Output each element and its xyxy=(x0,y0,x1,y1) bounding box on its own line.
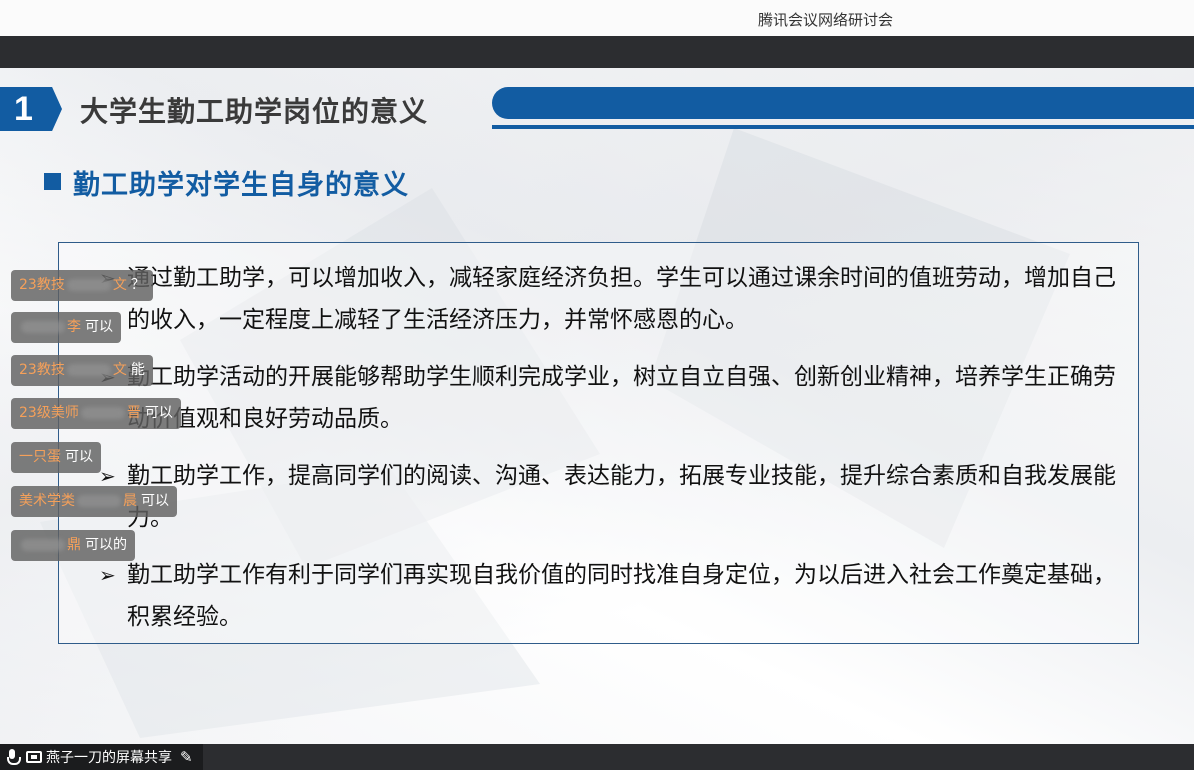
chat-sender: 美术学类 xyxy=(19,493,75,509)
redacted-name xyxy=(77,495,121,507)
chat-text: 能 xyxy=(130,362,145,378)
redacted-name xyxy=(66,364,111,376)
content-box: ➢ 通过勤工助学，可以增加收入，减轻家庭经济负担。学生可以通过课余时间的值班劳动… xyxy=(58,242,1139,644)
screen-share-indicator[interactable]: 燕子一刀的屏幕共享 ✎ xyxy=(0,744,203,770)
chat-sender-suffix: 鼎 xyxy=(67,537,81,553)
chat-message: 鼎可以的 xyxy=(11,530,135,561)
screen-share-icon xyxy=(26,751,42,763)
chat-message: 23级美师 晋可以 xyxy=(11,398,181,429)
chat-message: 李可以 xyxy=(11,312,121,343)
bullet-item: ➢ 勤工助学工作，提高同学们的阅读、沟通、表达能力，拓展专业技能，提升综合素质和… xyxy=(99,455,1119,539)
bullet-item: ➢ 勤工助学活动的开展能够帮助学生顺利完成学业，树立自立自强、创新创业精神，培养… xyxy=(99,356,1119,440)
window-title-bar: 腾讯会议网络研讨会 xyxy=(0,0,1194,36)
chat-sender-suffix: 晨 xyxy=(123,493,137,509)
redacted-name xyxy=(21,539,65,551)
redacted-name xyxy=(66,279,111,291)
chat-message: 一只蛋 可以 xyxy=(11,442,101,473)
chat-sender: 23教技 xyxy=(19,362,65,378)
window-title: 腾讯会议网络研讨会 xyxy=(758,11,894,29)
bullet-text: 勤工助学工作，提高同学们的阅读、沟通、表达能力，拓展专业技能，提升综合素质和自我… xyxy=(127,463,1116,531)
header-decoration-line xyxy=(492,125,1194,129)
chat-message: 23教技 文？ xyxy=(11,270,153,301)
chat-text: 可以 xyxy=(85,319,113,335)
section-number-badge: 1 xyxy=(0,87,62,131)
bullet-text: 勤工助学工作有利于同学们再实现自我价值的同时找准自身定位，为以后进入社会工作奠定… xyxy=(127,562,1116,630)
toolbar-band xyxy=(0,36,1194,68)
chat-text: 可以的 xyxy=(85,537,127,553)
screen-share-label: 燕子一刀的屏幕共享 xyxy=(46,750,172,766)
bullet-text: 勤工助学活动的开展能够帮助学生顺利完成学业，树立自立自强、创新创业精神，培养学生… xyxy=(127,364,1116,432)
header-decoration-bar xyxy=(492,87,1194,119)
redacted-name xyxy=(21,321,65,333)
bullet-text: 通过勤工助学，可以增加收入，减轻家庭经济负担。学生可以通过课余时间的值班劳动，增… xyxy=(127,265,1116,333)
chat-sender-suffix: 晋 xyxy=(126,405,141,421)
chat-sender: 一只蛋 xyxy=(19,449,61,465)
pencil-icon[interactable]: ✎ xyxy=(180,748,193,766)
chat-text: 可以 xyxy=(141,493,169,509)
chat-sender-suffix: 李 xyxy=(67,319,81,335)
chat-sender: 23教技 xyxy=(19,277,65,293)
chat-sender-suffix: 文 xyxy=(112,277,127,293)
bottom-status-bar: 燕子一刀的屏幕共享 ✎ xyxy=(0,744,1194,770)
chat-text: ？ xyxy=(130,277,145,293)
chat-message: 23教技 文能 xyxy=(11,355,153,386)
redacted-name xyxy=(80,407,125,419)
bullet-item: ➢ 勤工助学工作有利于同学们再实现自我价值的同时找准自身定位，为以后进入社会工作… xyxy=(99,554,1119,638)
section-title: 大学生勤工助学岗位的意义 xyxy=(80,95,429,128)
chat-sender: 23级美师 xyxy=(19,405,79,421)
microphone-icon[interactable] xyxy=(6,749,21,765)
chat-text: 可以 xyxy=(65,449,93,465)
chat-sender-suffix: 文 xyxy=(112,362,127,378)
bullet-item: ➢ 通过勤工助学，可以增加收入，减轻家庭经济负担。学生可以通过课余时间的值班劳动… xyxy=(99,257,1119,341)
chat-text: 可以 xyxy=(144,405,173,421)
chat-message: 美术学类 晨可以 xyxy=(11,486,177,517)
section-number: 1 xyxy=(14,90,33,128)
square-bullet-icon xyxy=(44,173,61,190)
slide-subheading: 勤工助学对学生自身的意义 xyxy=(73,170,409,201)
